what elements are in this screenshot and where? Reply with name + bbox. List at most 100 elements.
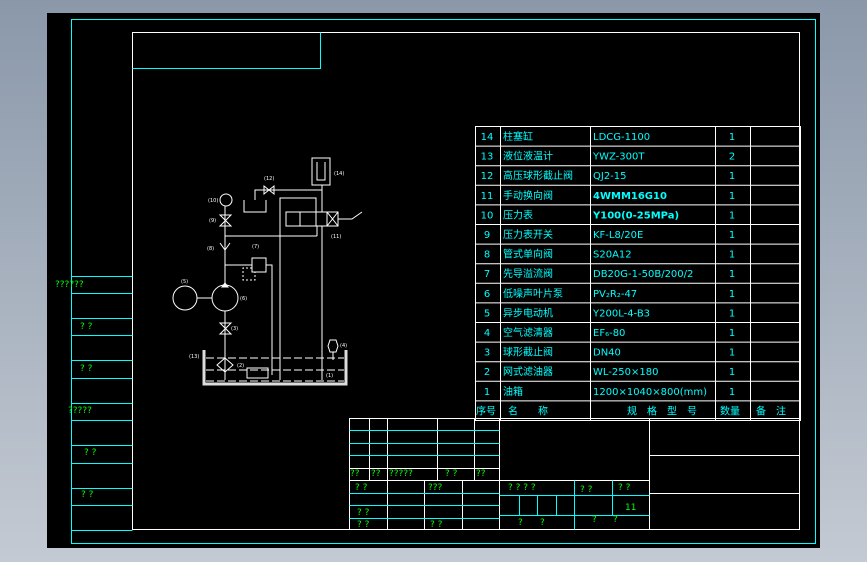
table-row: 11 手动换向阀 4WMM16G10 1 (481, 189, 736, 202)
part-spec: DN40 (593, 348, 621, 359)
part-spec: LDCG-1100 (593, 132, 650, 143)
part-number: 14 (481, 132, 494, 143)
label-8: (8) (207, 246, 214, 252)
label-13: (13) (189, 354, 199, 360)
part-qty: 1 (729, 210, 735, 221)
tb-label: ? ? (430, 520, 443, 530)
part-qty: 1 (729, 191, 735, 202)
tb-label: ? ? (357, 508, 370, 518)
part-name: 球形截止阀 (503, 346, 553, 359)
part-qty: 2 (729, 152, 735, 163)
part-number: 8 (484, 250, 490, 261)
part-number: 6 (484, 289, 490, 300)
part-name: 高压球形截止阀 (503, 169, 573, 182)
label-10: (10) (208, 198, 218, 204)
part-number: 11 (481, 191, 494, 202)
part-spec: KF-L8/20E (593, 230, 643, 241)
part-spec: 1200×1040×800(mm) (593, 387, 707, 398)
label-3: (3) (231, 326, 238, 332)
part-name: 柱塞缸 (503, 130, 533, 143)
tb-label: 11 (625, 503, 636, 513)
tb-label: ? ? (357, 520, 370, 530)
tb-label: ??? (428, 483, 443, 493)
label-7: (7) (252, 244, 259, 250)
hydraulic-schematic: (14) (12) (10) (9) (8) (7) (5) (6) (3) (… (172, 157, 363, 386)
part-qty: 1 (729, 289, 735, 300)
left-column: ?????? ? ? ? ?????? ? ? ? ? (55, 276, 133, 531)
air-filter-icon (327, 339, 339, 353)
part-spec: QJ2-15 (593, 171, 627, 182)
left-column-label: ? ? (84, 448, 97, 458)
tb-label: ? ? (445, 469, 458, 479)
table-row: 2 网式滤油器 WL-250×180 1 (484, 365, 735, 378)
table-row: 6 低噪声叶片泵 PV₂R₂-47 1 (484, 287, 735, 300)
part-qty: 1 (729, 387, 735, 398)
part-name: 网式滤油器 (503, 365, 553, 378)
part-qty: 1 (729, 308, 735, 319)
header-note: 备 注 (756, 404, 786, 417)
part-number: 2 (484, 367, 490, 378)
header-spec: 规 格 型 号 (627, 404, 697, 417)
cylinder-icon (311, 157, 331, 186)
pump-icon (211, 284, 239, 312)
part-spec: DB20G-1-50B/200/2 (593, 269, 693, 280)
part-name: 压力表开关 (503, 228, 553, 241)
tb-label: ? (518, 518, 523, 528)
tb-label: ? ? (618, 483, 631, 493)
inner-frame (132, 32, 800, 530)
part-name: 压力表 (503, 208, 533, 221)
header-no: 序号 (476, 404, 496, 417)
table-row: 12 高压球形截止阀 QJ2-15 1 (481, 169, 736, 182)
label-14: (14) (334, 171, 344, 177)
motor-icon (172, 285, 198, 311)
part-qty: 1 (729, 250, 735, 261)
table-row: 5 异步电动机 Y200L-4-B3 1 (484, 306, 735, 319)
parts-table: 14 柱塞缸 LDCG-1100 113 液位液温计 YWZ-300T 212 高压球形截止阀… (475, 126, 801, 421)
left-column-label: ?????? (55, 280, 84, 290)
part-qty: 1 (729, 171, 735, 182)
table-row: 13 液位液温计 YWZ-300T 2 (481, 150, 736, 163)
part-spec: Y100(0-25MPa) (592, 210, 679, 221)
table-row: 8 管式单向阀 S20A12 1 (484, 248, 735, 261)
table-row: 1 油箱 1200×1040×800(mm) 1 (484, 385, 735, 398)
table-row: 7 先导溢流阀 DB20G-1-50B/200/2 1 (484, 267, 735, 280)
title-block: ?? ?? ????? ? ? ?? ? ? ??? ? ? ? ? ? ? ?… (349, 418, 800, 530)
directional-valve-icon (299, 211, 317, 227)
table-row: 3 球形截止阀 DN40 1 (484, 346, 735, 359)
label-9: (9) (209, 218, 216, 224)
tb-label: ?? (476, 469, 486, 479)
part-qty: 1 (729, 269, 735, 280)
tb-label: ? (540, 518, 545, 528)
top-left-box (132, 32, 321, 69)
part-number: 9 (484, 230, 490, 241)
part-qty: 1 (729, 367, 735, 378)
part-spec: 4WMM16G10 (593, 191, 667, 202)
part-spec: PV₂R₂-47 (593, 289, 637, 300)
drawing-sheet: ??????? ?? ??????? ?? ? 14 柱塞缸 LDCG-1100 11… (55, 19, 816, 544)
label-4: (4) (340, 343, 347, 349)
left-column-label: ? ? (80, 364, 93, 374)
label-11: (11) (331, 234, 341, 240)
table-row: 9 压力表开关 KF-L8/20E 1 (484, 228, 735, 241)
tb-label: ? ? (355, 483, 368, 493)
pressure-gauge-icon (219, 193, 233, 207)
label-1: (1) (326, 373, 333, 379)
part-qty: 1 (729, 348, 735, 359)
label-5: (5) (181, 279, 188, 285)
part-name: 空气滤清器 (503, 326, 553, 339)
tb-label: ? ? ? ? (508, 483, 536, 493)
table-row: 10 压力表 Y100(0-25MPa) 1 (481, 208, 736, 221)
part-name: 手动换向阀 (503, 189, 553, 202)
tb-label: ?? (371, 469, 381, 479)
tb-label: ? ? (580, 485, 593, 495)
table-row: 4 空气滤清器 EF₆-80 1 (484, 326, 735, 339)
part-number: 4 (484, 328, 490, 339)
left-column-label: ????? (68, 406, 92, 416)
header-qty: 数量 (720, 404, 740, 417)
part-name: 低噪声叶片泵 (503, 287, 563, 300)
part-spec: WL-250×180 (593, 367, 658, 378)
tb-label: ? (592, 515, 597, 525)
table-row: 14 柱塞缸 LDCG-1100 1 (481, 130, 736, 143)
label-2: (2) (237, 363, 244, 369)
part-number: 5 (484, 308, 490, 319)
